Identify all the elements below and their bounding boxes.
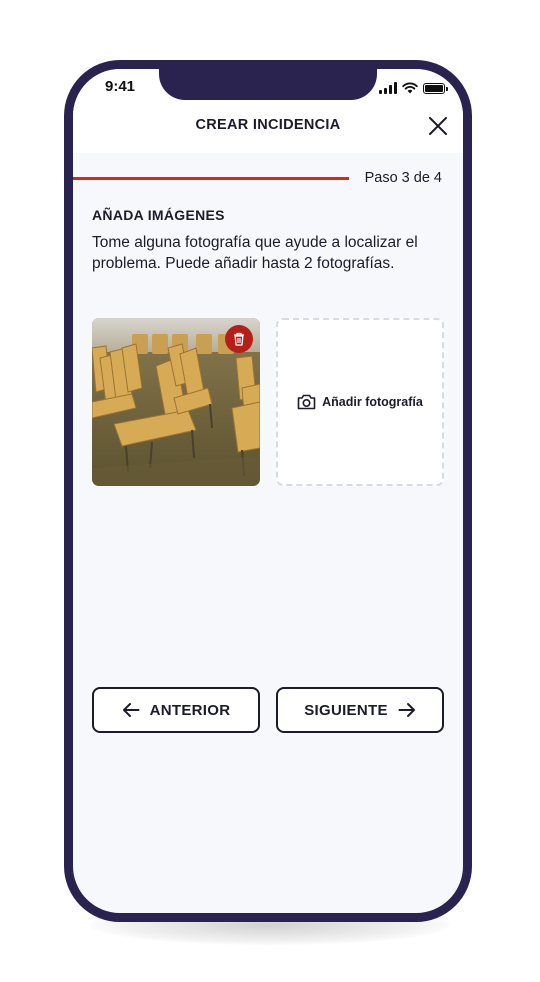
arrow-left-icon (122, 703, 140, 717)
add-photo-button[interactable]: Añadir fotografía (276, 318, 444, 486)
app-header: CREAR INCIDENCIA (73, 101, 463, 153)
arrow-right-icon (398, 703, 415, 717)
add-photo-label: Añadir fotografía (322, 395, 423, 409)
signal-icon (379, 82, 397, 94)
status-time: 9:41 (105, 78, 136, 95)
step-indicator: Paso 3 de 4 (364, 170, 442, 186)
phone-frame: 9:41 CREAR INCIDENCIA Paso 3 de 4 AÑADA … (64, 60, 472, 922)
previous-button-label: ANTERIOR (149, 701, 231, 719)
progress-bar (73, 177, 349, 180)
photo-thumbnail[interactable] (92, 318, 260, 486)
status-icons (379, 80, 448, 94)
section-title: AÑADA IMÁGENES (92, 207, 225, 223)
phone-notch (159, 69, 377, 100)
close-icon[interactable] (427, 115, 449, 137)
next-button-label: SIGUIENTE (304, 701, 388, 719)
wifi-icon (402, 82, 418, 94)
section-description: Tome alguna fotografía que ayude a local… (92, 234, 418, 272)
next-button[interactable]: SIGUIENTE (276, 687, 444, 733)
camera-icon (297, 394, 316, 410)
battery-icon (423, 83, 448, 94)
delete-photo-button[interactable] (225, 325, 253, 353)
page-title: CREAR INCIDENCIA (195, 117, 341, 133)
trash-icon (234, 332, 244, 346)
previous-button[interactable]: ANTERIOR (92, 687, 260, 733)
